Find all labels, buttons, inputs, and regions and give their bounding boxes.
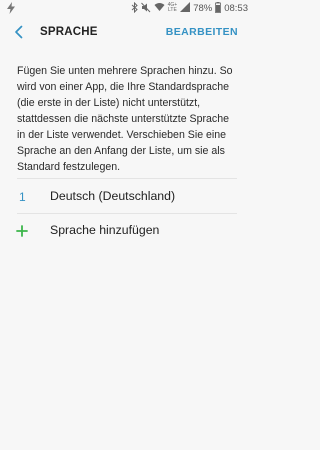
battery-icon xyxy=(215,1,222,15)
mute-icon xyxy=(140,2,151,15)
language-index: 1 xyxy=(19,190,26,204)
app-bar: SPRACHE BEARBEITEN xyxy=(0,17,254,51)
network-type-bottom: LTE xyxy=(168,7,177,13)
status-bar: 4G+ LTE 78% 08:53 xyxy=(0,0,254,17)
back-button[interactable] xyxy=(8,22,30,46)
network-type: 4G+ LTE xyxy=(168,3,178,13)
divider xyxy=(17,178,237,179)
status-icons: 4G+ LTE 78% 08:53 xyxy=(131,1,248,15)
add-language-label: Sprache hinzufügen xyxy=(50,223,160,237)
divider xyxy=(17,213,237,214)
page-title: SPRACHE xyxy=(40,26,98,38)
edit-button[interactable]: BEARBEITEN xyxy=(166,26,238,38)
battery-percent: 78% xyxy=(193,2,213,14)
wifi-icon xyxy=(154,2,165,14)
flash-icon xyxy=(6,2,16,14)
description-text: Fügen Sie unten mehrere Sprachen hinzu. … xyxy=(17,65,233,173)
language-item-deutsch[interactable]: 1 Deutsch (Deutschland) xyxy=(0,181,254,212)
chevron-left-icon xyxy=(14,25,24,44)
signal-icon xyxy=(180,2,191,14)
language-name: Deutsch (Deutschland) xyxy=(50,189,176,203)
clock: 08:53 xyxy=(224,2,248,14)
plus-icon xyxy=(16,224,28,237)
add-language-button[interactable]: Sprache hinzufügen xyxy=(0,215,254,246)
bluetooth-icon xyxy=(131,1,138,15)
